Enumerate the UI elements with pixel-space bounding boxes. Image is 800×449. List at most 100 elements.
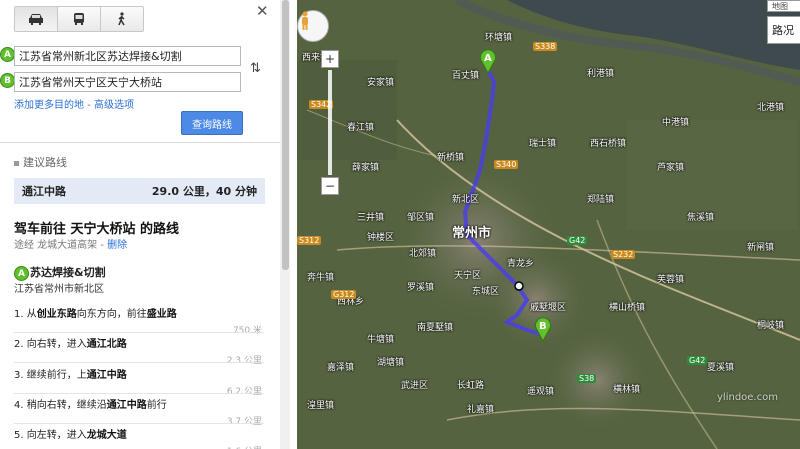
suggested-routes-header: 建议路线 (14, 154, 67, 170)
step-number: 4. (14, 400, 24, 411)
map-label: 芦家镇 (657, 163, 685, 173)
map-label: 百丈镇 (452, 71, 480, 81)
zoom-control: + − (321, 50, 345, 195)
map-label: 湟里镇 (307, 401, 335, 411)
step-road: 通江中路 (106, 400, 147, 411)
map-label: 嘉泽镇 (327, 363, 355, 373)
traffic-button[interactable]: 路况 (767, 16, 800, 44)
road-shield: G42 (687, 356, 708, 365)
road-shield: S340 (494, 160, 519, 169)
satellite-map[interactable]: A B 环塘镇 百丈镇 安家镇 利港镇 西来镇 薛家镇 新桥镇 瑞士镇 西石桥镇… (297, 0, 800, 449)
driving-mode-button[interactable] (15, 7, 58, 31)
map-label: 夏溪镇 (707, 363, 735, 373)
route-option[interactable]: 通江中路 29.0 公里，40 分钟 (14, 178, 265, 204)
map-label: 北郊镇 (409, 249, 437, 259)
map-label: 遥观镇 (527, 387, 555, 397)
road-shield: S338 (533, 42, 558, 51)
step-text: 向右转，进入 (26, 339, 87, 350)
road-shield: G312 (331, 290, 357, 299)
map-label: 钟楼区 (367, 233, 395, 243)
map-label: 戚墅堰区 (530, 303, 567, 313)
zoom-slider-track[interactable] (328, 70, 332, 175)
step-number: 2. (14, 339, 24, 350)
map-label: 环塘镇 (485, 33, 513, 43)
delete-via-link[interactable]: 删除 (107, 240, 127, 251)
direction-step[interactable]: 3. 继续前行，上通江中路 (14, 366, 264, 381)
pegman-icon[interactable] (297, 10, 329, 42)
map-label: 邹区镇 (407, 213, 435, 223)
step-road: 创业东路 (36, 309, 77, 320)
suggested-routes-label: 建议路线 (23, 156, 67, 169)
start-address: 江苏省常州市新北区 (14, 284, 104, 295)
origin-input[interactable] (14, 46, 241, 66)
step-number: 3. (14, 370, 24, 381)
scrollbar-thumb[interactable] (282, 0, 289, 270)
map-label: 安家镇 (367, 78, 395, 88)
map-label: 奔牛镇 (307, 273, 335, 283)
step-text-mid: 前行 (146, 400, 167, 411)
step-road: 通江北路 (86, 339, 127, 350)
step-road: 龙城大道 (86, 430, 127, 441)
map-label: 新北区 (452, 195, 480, 205)
map-label: 横山桥镇 (609, 303, 646, 313)
map-label: 东城区 (472, 287, 500, 297)
route-distance-time: 29.0 公里，40 分钟 (151, 185, 257, 198)
map-type-chip[interactable]: 地图 (767, 0, 800, 12)
step-distance: 2.3 公里 (226, 356, 262, 366)
watermark-text: ylindoe.com (717, 392, 778, 403)
pin-b-label: B (539, 321, 547, 332)
directions-panel: ✕ A B ⇅ 添加更多目的地 - 高级选项 查询路线 建议路线 通江中路 29… (0, 0, 290, 449)
map-label: 三井镇 (357, 213, 385, 223)
road-shield: S38 (577, 374, 597, 383)
step-divider (14, 332, 264, 333)
map-label: 新闸镇 (747, 243, 775, 253)
bus-icon (74, 13, 84, 25)
map-label: 桐岐镇 (757, 321, 785, 331)
step-text: 继续前行，上 (26, 370, 87, 381)
map-imagery (297, 0, 800, 449)
search-route-button[interactable]: 查询路线 (181, 111, 243, 135)
walking-mode-button[interactable] (101, 7, 143, 31)
zoom-out-button[interactable]: − (321, 177, 339, 195)
start-name: 苏达焊接&切割 (30, 266, 106, 279)
map-label: 湖塘镇 (377, 358, 405, 368)
map-label: 芙蓉镇 (657, 275, 685, 285)
zoom-in-button[interactable]: + (321, 50, 339, 68)
map-label: 青龙乡 (507, 259, 535, 269)
step-road-2: 盛业路 (146, 309, 177, 320)
add-destination-link[interactable]: 添加更多目的地 (14, 100, 84, 111)
close-icon[interactable]: ✕ (256, 2, 269, 20)
map-label: 横林镇 (613, 385, 641, 395)
direction-step[interactable]: 1. 从创业东路向东方向，前往盛业路 (14, 305, 264, 320)
step-text: 向左转，进入 (26, 430, 87, 441)
map-label: 礼嘉镇 (467, 405, 495, 415)
divider (0, 142, 290, 143)
advanced-options-link[interactable]: 高级选项 (94, 100, 134, 111)
direction-step[interactable]: 4. 稍向右转，继续沿通江中路前行 (14, 396, 264, 411)
road-shield: G42 (567, 236, 588, 245)
via-line: 途经 龙城大道高架 - 删除 (14, 236, 127, 251)
step-divider (14, 423, 264, 424)
via-text: 途经 龙城大道高架 - (14, 240, 108, 251)
map-label: 薛家镇 (352, 163, 380, 173)
map-label: 长虹路 (457, 381, 485, 391)
destination-input[interactable] (14, 72, 241, 92)
map-label: 中港镇 (662, 118, 690, 128)
direction-step[interactable]: 2. 向右转，进入通江北路 (14, 335, 264, 350)
step-divider (14, 362, 264, 363)
map-label: 西石桥镇 (590, 139, 627, 149)
walk-icon (118, 12, 125, 26)
pegman-figure (302, 11, 308, 30)
pin-a-label: A (484, 53, 492, 64)
transit-mode-button[interactable] (58, 7, 101, 31)
step-number: 1. (14, 309, 24, 320)
step-number: 5. (14, 430, 24, 441)
travel-mode-bar (14, 6, 144, 32)
road-shield: S312 (297, 236, 322, 245)
swap-waypoints-icon[interactable]: ⇅ (250, 61, 264, 81)
directions-links: 添加更多目的地 - 高级选项 (14, 96, 134, 111)
map-label: 天宁区 (454, 271, 482, 281)
step-divider (14, 393, 264, 394)
map-label: 牛塘镇 (367, 335, 395, 345)
direction-step[interactable]: 5. 向左转，进入龙城大道 (14, 426, 264, 441)
